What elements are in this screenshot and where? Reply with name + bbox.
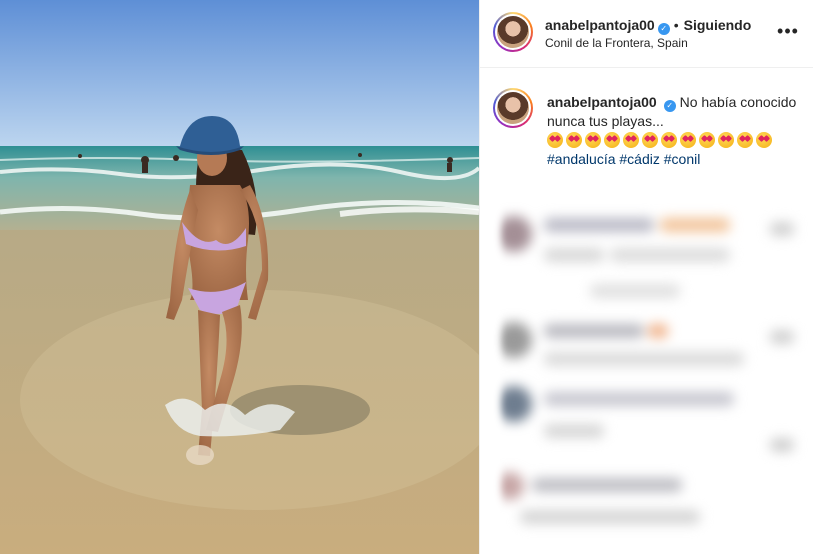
heart-eyes-emoji	[661, 132, 677, 148]
heart-eyes-emoji	[737, 132, 753, 148]
more-options-icon[interactable]: •••	[777, 22, 799, 42]
heart-eyes-emoji	[604, 132, 620, 148]
heart-eyes-emoji	[585, 132, 601, 148]
header-user-line: anabelpantoja00 ✓ • Siguiendo	[545, 17, 751, 35]
separator-dot: •	[673, 17, 679, 33]
following-button[interactable]: Siguiendo	[684, 17, 752, 33]
beach-photo-image	[0, 0, 479, 554]
username-link[interactable]: anabelpantoja00	[545, 17, 655, 33]
caption-body: anabelpantoja00 ✓ No había conocido nunca…	[547, 93, 809, 168]
heart-eyes-emoji	[756, 132, 772, 148]
heart-eyes-emoji	[566, 132, 582, 148]
emoji-row	[547, 132, 809, 148]
post-caption: anabelpantoja00 ✓ No había conocido nunca…	[480, 68, 813, 180]
heart-eyes-emoji	[623, 132, 639, 148]
heart-eyes-emoji	[718, 132, 734, 148]
heart-eyes-emoji	[680, 132, 696, 148]
heart-eyes-emoji	[699, 132, 715, 148]
heart-eyes-emoji	[547, 132, 563, 148]
caption-username-link[interactable]: anabelpantoja00	[547, 94, 657, 110]
hashtags-link[interactable]: #andalucía #cádiz #conil	[547, 150, 809, 168]
caption-avatar[interactable]	[493, 88, 533, 128]
avatar[interactable]	[493, 12, 533, 52]
post-side-panel: anabelpantoja00 ✓ • Siguiendo Conil de la F…	[479, 0, 813, 554]
verified-badge-icon: ✓	[663, 100, 676, 112]
heart-eyes-emoji	[642, 132, 658, 148]
blurred-comments-area	[480, 180, 813, 554]
verified-badge-icon: ✓	[657, 23, 670, 35]
location-link[interactable]: Conil de la Frontera, Spain	[545, 36, 688, 50]
post-photo[interactable]	[0, 0, 479, 554]
post-header: anabelpantoja00 ✓ • Siguiendo Conil de la F…	[480, 0, 813, 68]
